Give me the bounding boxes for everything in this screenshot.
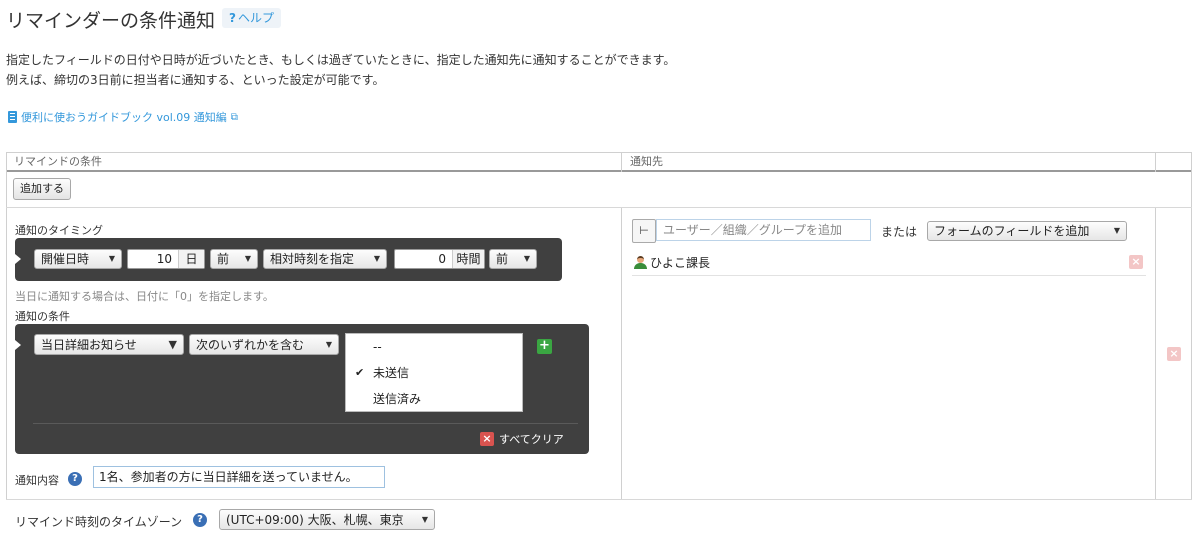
table-left-border [6,152,7,500]
delete-row-button[interactable]: × [1167,347,1181,361]
form-field-select[interactable]: フォームのフィールドを追加 ▼ [927,221,1127,241]
table-header-bottom-border [6,170,1192,172]
table-bottom-border [6,499,1192,500]
condition-option-1[interactable]: ✔ 未送信 [346,360,522,386]
or-text: または [881,225,918,239]
content-label: 通知内容 [15,474,59,487]
recipient-user: ひよこ課長 [634,254,710,271]
question-icon[interactable]: ? [68,472,82,486]
time-mode-select[interactable]: 相対時刻を指定 ▼ [263,249,387,269]
chevron-down-icon: ▼ [325,339,332,349]
description-line-2: 例えば、締切の3日前に担当者に通知する、といった設定が可能です。 [6,73,385,87]
condition-options-list[interactable]: -- ✔ 未送信 送信済み [345,333,523,412]
hours-value: 0 [438,252,446,266]
clear-all-label: すべてクリア [499,433,564,446]
hours-direction-select[interactable]: 前 ▼ [489,249,537,269]
timing-panel: 開催日時 ▼ 10 日 前 ▼ 相対時刻を指定 ▼ 0 時間 前 ▼ [15,238,562,281]
delete-column-divider [1155,207,1156,500]
guide-link-label: 便利に使おうガイドブック vol.09 通知編 [21,111,227,124]
org-tree-button[interactable]: ⊢ [632,219,656,243]
condition-option-2[interactable]: 送信済み [346,386,522,412]
chevron-down-icon: ▼ [168,337,177,351]
days-input[interactable]: 10 日 [127,249,205,269]
help-link[interactable]: ? ヘルプ [222,8,281,28]
add-condition-plus-button[interactable]: + [537,339,552,354]
days-value: 10 [156,252,172,266]
days-direction-select[interactable]: 前 ▼ [210,249,258,269]
chevron-down-icon: ▼ [421,514,428,524]
add-row-divider [6,207,1192,208]
chevron-down-icon: ▼ [108,254,115,263]
timing-hint: 当日に通知する場合は、日付に「0」を指定します。 [15,290,274,303]
column-header-recipient: 通知先 [630,155,663,168]
page-title: リマインダーの条件通知 [6,10,216,32]
header-divider [621,152,622,172]
checkmark-icon: ✔ [355,366,365,379]
timing-label: 通知のタイミング [15,224,103,237]
org-tree-icon: ⊢ [639,224,649,237]
add-condition-button[interactable]: 追加する [13,178,71,200]
chevron-down-icon: ▼ [373,254,380,263]
hours-unit: 時間 [452,250,484,268]
condition-label: 通知の条件 [15,310,70,323]
condition-field-select[interactable]: 当日詳細お知らせ ▼ [34,334,184,355]
help-label: ヘルプ [237,11,274,25]
header-divider-right [1155,152,1156,172]
days-unit: 日 [178,250,204,268]
condition-option-0[interactable]: -- [346,334,522,360]
condition-operator-select[interactable]: 次のいずれかを含む ▼ [189,334,339,355]
description-line-1: 指定したフィールドの日付や日時が近づいたとき、もしくは過ぎていたときに、指定した… [6,53,676,67]
book-icon [8,111,17,123]
column-divider [621,207,622,500]
help-icon: ? [229,11,236,25]
recipient-divider [632,275,1146,276]
chevron-down-icon: ▼ [523,254,530,263]
condition-panel-marker [15,340,21,350]
remove-recipient-button[interactable]: × [1129,255,1143,269]
recipient-user-name: ひよこ課長 [650,256,711,270]
chevron-down-icon: ▼ [244,254,251,263]
column-header-condition: リマインドの条件 [14,155,102,168]
hours-input[interactable]: 0 時間 [394,249,485,269]
timing-panel-marker [15,254,21,264]
close-icon: × [480,432,494,446]
clear-all-button[interactable]: × すべてクリア [480,431,564,447]
timezone-label: リマインド時刻のタイムゾーン [15,515,183,529]
chevron-down-icon: ▼ [1113,226,1120,235]
guide-book-link[interactable]: 便利に使おうガイドブック vol.09 通知編 ⧉ [8,109,238,125]
recipient-search-input[interactable]: ユーザー／組織／グループを追加 [656,219,871,241]
user-icon [634,256,647,269]
condition-panel: 当日詳細お知らせ ▼ 次のいずれかを含む ▼ -- ✔ 未送信 送信済み + × す… [15,324,589,454]
timing-field-select[interactable]: 開催日時 ▼ [34,249,122,269]
table-header-top-border [6,152,1192,153]
external-link-icon: ⧉ [230,111,238,123]
content-input[interactable]: 1名、参加者の方に当日詳細を送っていません。 [93,466,385,488]
condition-divider [33,423,578,424]
question-icon[interactable]: ? [193,513,207,527]
table-right-border [1191,152,1192,500]
timezone-select[interactable]: (UTC+09:00) 大阪、札幌、東京 ▼ [219,509,435,530]
